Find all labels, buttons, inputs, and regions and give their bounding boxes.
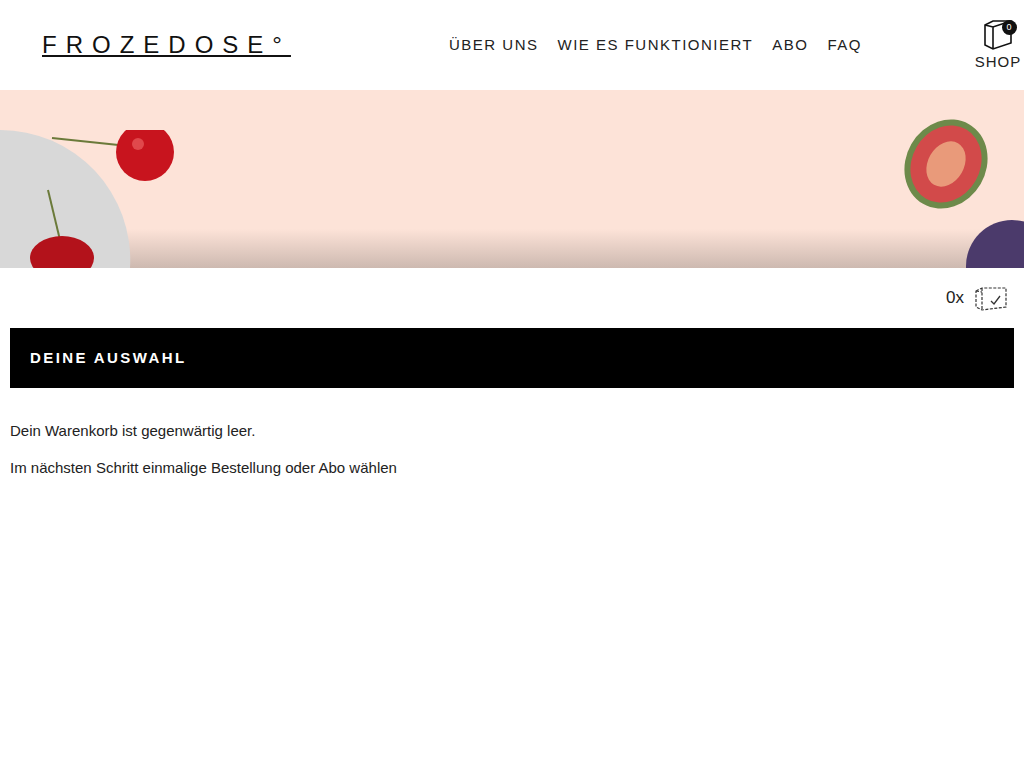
box-counter: 0x — [0, 268, 1024, 328]
shop-cart[interactable]: 0 SHOP — [976, 17, 1020, 74]
site-header: FROZEDOSE°ÜBER UNS WIE ES FUNKTIONIERT ABO… — [0, 0, 1024, 90]
nav-link[interactable]: FAQ — [827, 34, 862, 57]
box-icon: 0 — [981, 17, 1015, 51]
shop-label: SHOP — [975, 51, 1022, 74]
figs-image — [894, 116, 1024, 268]
nav-link[interactable]: WIE ES FUNKTIONIERT — [558, 34, 754, 57]
main-nav: ÜBER UNS WIE ES FUNKTIONIERT ABO FAQ — [449, 34, 862, 57]
next-step-hint: Im nächsten Schritt einmalige Bestellung… — [10, 457, 1014, 480]
selection-title: DEINE AUSWAHL — [30, 347, 186, 370]
hero-banner — [0, 90, 1024, 268]
empty-message: Dein Warenkorb ist gegenwärtig leer. — [10, 420, 1014, 443]
box-icon — [974, 285, 1008, 311]
counter-text: 0x — [946, 285, 964, 311]
cart-badge: 0 — [1002, 20, 1017, 35]
nav-link[interactable]: ABO — [772, 34, 808, 57]
selection-header: DEINE AUSWAHL — [10, 328, 1014, 388]
nav-link[interactable]: ÜBER UNS — [449, 34, 539, 57]
cart-info: Dein Warenkorb ist gegenwärtig leer. Im n… — [10, 420, 1014, 479]
cherries-image — [0, 130, 180, 268]
logo[interactable]: FROZEDOSE° — [42, 27, 449, 63]
